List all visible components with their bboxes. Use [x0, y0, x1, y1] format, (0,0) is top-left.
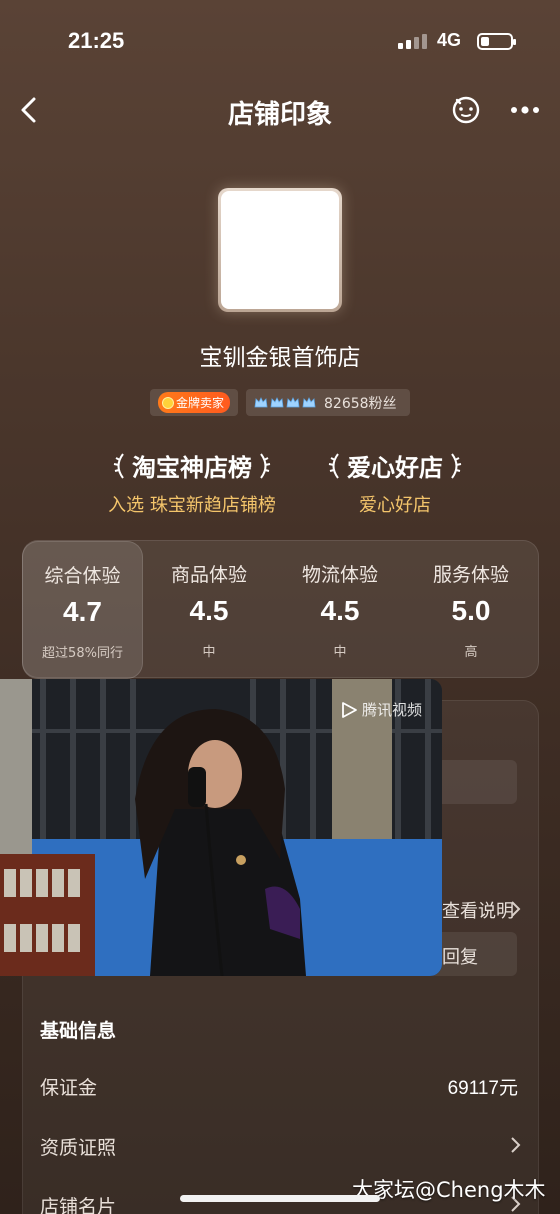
deposit-value: 69117元	[447, 1078, 518, 1099]
basic-info-title: 基础信息	[40, 1020, 117, 1042]
shop-logo	[218, 188, 342, 312]
gold-seller-badge: 金牌卖家	[150, 389, 238, 416]
crown-level-icons	[254, 396, 316, 410]
ratings-card: 综合体验 4.7 超过58%同行 商品体验 4.5 中 物流体验 4.5 中 服…	[22, 540, 539, 679]
crown-icon	[254, 396, 268, 407]
rating-service[interactable]: 服务体验 5.0 高	[411, 541, 531, 679]
laurel-right-icon	[451, 452, 462, 479]
network-type: 4G	[437, 30, 462, 50]
rating-note: 中	[333, 645, 347, 660]
rating-note: 高	[464, 645, 478, 660]
laurel-left-icon	[113, 452, 124, 479]
honor-subtitle: 爱心好店	[359, 495, 431, 516]
rating-label: 商品体验	[170, 564, 247, 586]
play-logo-icon	[342, 701, 357, 718]
view-explanation-link[interactable]: 查看说明	[442, 897, 514, 923]
rating-logistics[interactable]: 物流体验 4.5 中	[280, 541, 400, 679]
shop-name: 宝钏金银首饰店	[199, 345, 361, 371]
battery-icon	[477, 33, 516, 50]
rating-label: 物流体验	[301, 564, 378, 586]
fans-badge: 82658粉丝	[246, 389, 410, 416]
image-credit-watermark: 大家坛@Cheng木木	[352, 1178, 546, 1202]
chevron-right-icon	[511, 1137, 521, 1153]
rating-note: 中	[202, 645, 216, 660]
chevron-right-icon	[511, 901, 521, 917]
license-row[interactable]: 资质证照	[40, 1133, 116, 1160]
laurel-left-icon	[328, 452, 339, 479]
video-frame	[0, 679, 442, 976]
rating-label: 综合体验	[44, 565, 121, 587]
rating-value: 4.5	[189, 595, 229, 626]
rating-value: 4.7	[63, 596, 102, 627]
crown-icon	[286, 396, 300, 407]
more-options-icon[interactable]	[508, 98, 542, 122]
seller-level-label: 金牌卖家	[175, 396, 224, 410]
rating-note: 超过58%同行	[42, 646, 123, 661]
assistant-icon[interactable]	[449, 92, 483, 126]
signal-icon	[398, 34, 427, 49]
honor-title: 淘宝神店榜	[132, 454, 252, 482]
fans-count: 82658粉丝	[324, 395, 397, 412]
rating-value: 4.5	[320, 595, 360, 626]
reply-label: 回复	[442, 947, 478, 968]
status-time: 21:25	[68, 28, 125, 53]
home-indicator[interactable]	[180, 1195, 380, 1202]
video-watermark: 腾讯视频	[340, 699, 422, 720]
honor-caring-shop[interactable]: 爱心好店 爱心好店	[320, 448, 470, 517]
honor-taobao-top-shop[interactable]: 淘宝神店榜 入选 珠宝新趋店铺榜	[96, 448, 288, 517]
rating-value: 5.0	[451, 595, 491, 626]
crown-icon	[302, 396, 316, 407]
rating-label: 服务体验	[432, 564, 509, 586]
video-watermark-text: 腾讯视频	[361, 701, 422, 719]
floating-video-player[interactable]: 腾讯视频	[0, 679, 442, 976]
shop-card-row[interactable]: 店铺名片	[40, 1192, 116, 1214]
rating-product[interactable]: 商品体验 4.5 中	[149, 541, 269, 679]
rating-overall[interactable]: 综合体验 4.7 超过58%同行	[22, 541, 143, 679]
crown-icon	[270, 396, 284, 407]
coin-icon	[161, 396, 174, 409]
deposit-label: 保证金	[40, 1077, 98, 1099]
honor-subtitle: 入选 珠宝新趋店铺榜	[108, 495, 276, 516]
laurel-right-icon	[260, 452, 271, 479]
honor-title: 爱心好店	[347, 454, 443, 482]
